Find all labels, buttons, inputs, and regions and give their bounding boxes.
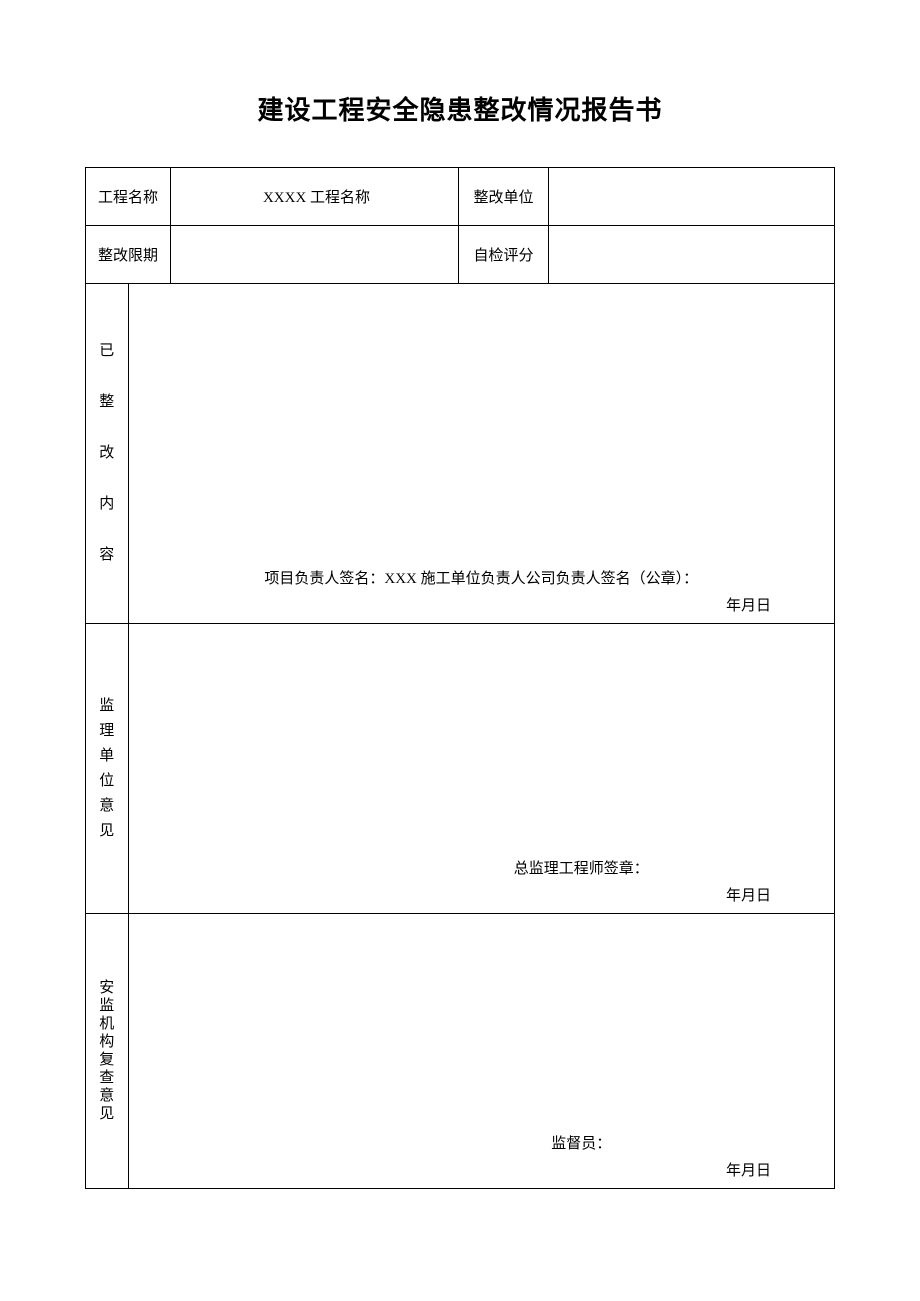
rectified-date: 年月日	[137, 594, 827, 615]
label-safety-review: 安 监 机 构 复 查 意 见	[86, 914, 129, 1189]
label-self-score: 自检评分	[459, 226, 549, 284]
label-project-name: 工程名称	[86, 168, 171, 226]
report-table: 工程名称 XXXX 工程名称 整改单位 整改限期 自检评分 已 整 改 内 容 …	[85, 167, 835, 1189]
label-deadline: 整改限期	[86, 226, 171, 284]
label-rectify-unit: 整改单位	[459, 168, 549, 226]
value-project-name: XXXX 工程名称	[171, 168, 459, 226]
cell-rectified-content: 项目负责人签名：XXX 施工单位负责人公司负责人签名（公章）： 年月日	[128, 284, 835, 624]
supervision-signature-line: 总监理工程师签章：	[137, 857, 827, 878]
document-title: 建设工程安全隐患整改情况报告书	[85, 90, 835, 127]
row-deadline: 整改限期 自检评分	[86, 226, 835, 284]
value-deadline	[171, 226, 459, 284]
cell-safety-review: 监督员： 年月日	[128, 914, 835, 1189]
rectified-signature-line: 项目负责人签名：XXX 施工单位负责人公司负责人签名（公章）：	[137, 567, 827, 588]
label-rectified-content: 已 整 改 内 容	[86, 284, 129, 624]
row-supervision-opinion: 监 理 单 位 意 见 总监理工程师签章： 年月日	[86, 624, 835, 914]
row-project: 工程名称 XXXX 工程名称 整改单位	[86, 168, 835, 226]
safety-signature-line: 监督员：	[137, 1132, 827, 1153]
row-rectified-content: 已 整 改 内 容 项目负责人签名：XXX 施工单位负责人公司负责人签名（公章）…	[86, 284, 835, 624]
row-safety-review: 安 监 机 构 复 查 意 见 监督员： 年月日	[86, 914, 835, 1189]
value-self-score	[549, 226, 835, 284]
value-rectify-unit	[549, 168, 835, 226]
cell-supervision-opinion: 总监理工程师签章： 年月日	[128, 624, 835, 914]
label-supervision-opinion: 监 理 单 位 意 见	[86, 624, 129, 914]
safety-date: 年月日	[137, 1159, 827, 1180]
supervision-date: 年月日	[137, 884, 827, 905]
